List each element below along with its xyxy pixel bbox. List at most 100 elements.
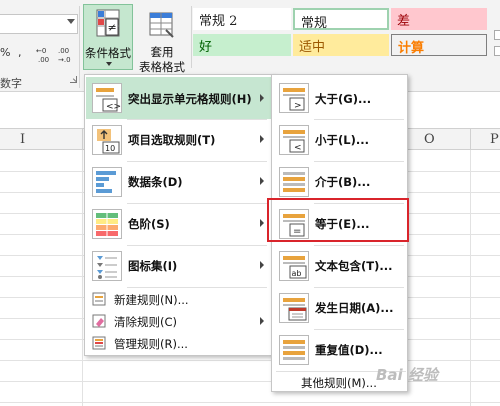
format-as-table-label-2: 表格格式 (139, 60, 185, 74)
submenu-arrow-icon (260, 261, 264, 269)
cell-style-bad[interactable]: 差 (391, 8, 487, 30)
svg-text:≠: ≠ (108, 21, 117, 34)
submenu-arrow-icon (260, 135, 264, 143)
manage-rules-icon (92, 336, 106, 350)
comma-style-button[interactable]: , (18, 46, 22, 59)
grid-row-line (0, 360, 500, 361)
menu-item-label: 色阶(S) (128, 217, 170, 231)
menu-item-data-bars[interactable]: 数据条(D) (86, 162, 272, 202)
submenu-arrow-icon (260, 219, 264, 227)
menu-item-label: 重复值(D)... (315, 343, 383, 357)
greater-than-icon: > (279, 83, 309, 113)
grid-col-line (82, 150, 83, 406)
number-group-label: 数字 (0, 77, 22, 90)
highlight-cells-rules-icon: <> (92, 83, 122, 113)
menu-item-highlight-cells-rules[interactable]: <> 突出显示单元格规则(H) (86, 77, 272, 119)
menu-item-date-occurring[interactable]: 发生日期(A)... (273, 288, 406, 328)
column-header-i[interactable]: I (20, 132, 25, 147)
menu-item-label: 介于(B)... (315, 175, 371, 189)
annotation-highlight-box (267, 198, 409, 242)
date-occurring-icon (279, 293, 309, 323)
watermark: Bai 经验 (376, 366, 438, 384)
column-separator[interactable] (470, 129, 471, 149)
column-header-p[interactable]: P (490, 132, 499, 147)
menu-item-label: 管理规则(R)... (114, 337, 188, 351)
submenu-arrow-icon (260, 94, 264, 102)
font-size-combobox[interactable] (0, 14, 78, 34)
format-as-table-button[interactable]: 套用 表格格式 (134, 4, 190, 74)
format-as-table-label-1: 套用 (150, 45, 174, 59)
menu-item-label: 突出显示单元格规则(H) (128, 92, 252, 106)
menu-item-label: 数据条(D) (128, 175, 183, 189)
conditional-formatting-menu: <> 突出显示单元格规则(H) 10 项目选取规则(T) 数据条(D) 色阶(S… (84, 74, 274, 356)
svg-text:.00: .00 (38, 56, 49, 64)
conditional-formatting-button[interactable]: ≠ 条件格式 (83, 4, 133, 70)
new-rule-icon (92, 292, 106, 306)
menu-item-text-contains[interactable]: ab 文本包含(T)... (273, 246, 406, 286)
svg-text:10: 10 (105, 144, 115, 153)
data-bars-icon (92, 167, 122, 197)
percent-style-button[interactable]: % (0, 46, 10, 59)
clear-rules-icon (92, 314, 106, 328)
menu-item-label: 图标集(I) (128, 259, 178, 273)
conditional-formatting-label: 条件格式 (85, 46, 131, 60)
column-header-o[interactable]: O (424, 132, 435, 147)
chevron-down-icon[interactable] (67, 19, 75, 24)
svg-text:>: > (294, 101, 302, 111)
grid-col-line (470, 150, 471, 406)
caret-down-icon (106, 62, 112, 66)
menu-item-greater-than[interactable]: > 大于(G)... (273, 77, 406, 119)
menu-item-label: 文本包含(T)... (315, 259, 393, 273)
increase-decimal-icon: ←0.00 (36, 47, 49, 64)
dialog-launcher-icon[interactable] (70, 76, 77, 83)
svg-text:<: < (294, 143, 302, 153)
menu-item-clear-rules[interactable]: 清除规则(C) (86, 310, 272, 332)
group-divider (79, 6, 80, 88)
cell-style-good[interactable]: 好 (193, 34, 291, 56)
menu-item-label: 大于(G)... (315, 92, 372, 106)
menu-item-between[interactable]: 介于(B)... (273, 162, 406, 202)
conditional-formatting-icon: ≠ (96, 9, 120, 37)
menu-item-label: 发生日期(A)... (315, 301, 394, 315)
menu-item-color-scales[interactable]: 色阶(S) (86, 204, 272, 244)
menu-item-label: 清除规则(C) (114, 315, 178, 329)
submenu-arrow-icon (260, 177, 264, 185)
svg-text:←0: ←0 (36, 47, 46, 55)
group-divider (191, 6, 192, 68)
icon-sets-icon (92, 251, 122, 281)
cell-style-normal[interactable]: 常规 (293, 8, 389, 30)
decrease-decimal-icon: .00→.0 (58, 47, 71, 64)
svg-text:ab: ab (292, 269, 302, 278)
menu-item-label: 小于(L)... (315, 133, 369, 147)
decrease-decimal-button[interactable]: .00 →.0 (58, 46, 78, 66)
gallery-scroll-up-button[interactable] (494, 30, 500, 40)
menu-item-top-bottom-rules[interactable]: 10 项目选取规则(T) (86, 120, 272, 160)
svg-text:.00: .00 (58, 47, 69, 55)
color-scales-icon (92, 209, 122, 239)
submenu-arrow-icon (260, 317, 264, 325)
cell-style-normal2[interactable]: 常规 2 (193, 8, 291, 30)
menu-item-label: 新建规则(N)... (114, 293, 189, 307)
menu-item-manage-rules[interactable]: 管理规则(R)... (86, 332, 272, 354)
menu-item-icon-sets[interactable]: 图标集(I) (86, 246, 272, 286)
number-format-row: % , ←0.00 .00 →.0 (0, 44, 80, 64)
menu-item-new-rule[interactable]: 新建规则(N)... (86, 288, 272, 310)
menu-item-label: 项目选取规则(T) (128, 133, 216, 147)
duplicate-values-icon (279, 335, 309, 365)
svg-text:→.0: →.0 (58, 56, 71, 64)
less-than-icon: < (279, 125, 309, 155)
cell-style-calculation[interactable]: 计算 (391, 34, 487, 56)
text-contains-icon: ab (279, 251, 309, 281)
gallery-scroll-down-button[interactable] (494, 46, 500, 56)
grid-row-line (0, 402, 500, 403)
between-icon (279, 167, 309, 197)
menu-item-label: 其他规则(M)... (301, 376, 377, 390)
svg-text:<>: <> (106, 102, 121, 112)
top-bottom-rules-icon: 10 (92, 125, 122, 155)
cell-styles-gallery: 常规 2 常规 差 好 适中 计算 (193, 8, 500, 60)
menu-item-less-than[interactable]: < 小于(L)... (273, 120, 406, 160)
increase-decimal-button[interactable]: ←0.00 (36, 46, 54, 66)
format-as-table-icon (149, 12, 174, 38)
column-separator[interactable] (82, 129, 83, 149)
cell-style-neutral[interactable]: 适中 (293, 34, 389, 56)
